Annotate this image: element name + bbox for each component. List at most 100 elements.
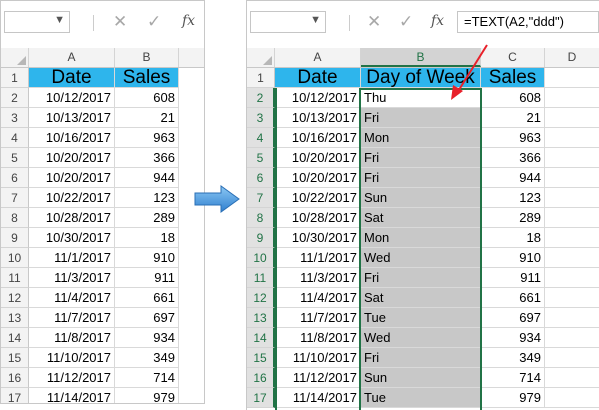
cell-date[interactable]: 11/3/2017 bbox=[29, 268, 115, 288]
row-header[interactable]: 17 bbox=[247, 388, 275, 408]
cell-empty[interactable] bbox=[545, 328, 599, 348]
row-header[interactable]: 12 bbox=[247, 288, 275, 308]
cell-day-of-week[interactable]: Tue bbox=[361, 388, 481, 408]
cell-sales[interactable]: 661 bbox=[115, 288, 179, 308]
row-header[interactable]: 5 bbox=[1, 148, 29, 168]
cell-date[interactable]: 10/20/2017 bbox=[29, 148, 115, 168]
cell-date[interactable]: 10/20/2017 bbox=[275, 168, 361, 188]
cell-empty[interactable] bbox=[545, 208, 599, 228]
cell-date[interactable]: 10/16/2017 bbox=[275, 128, 361, 148]
cell-empty[interactable] bbox=[545, 168, 599, 188]
cell-date[interactable]: 11/12/2017 bbox=[275, 368, 361, 388]
cell-sales[interactable]: 697 bbox=[115, 308, 179, 328]
row-header[interactable]: 9 bbox=[247, 228, 275, 248]
cell-date[interactable]: 10/22/2017 bbox=[275, 188, 361, 208]
cell-date[interactable]: 11/7/2017 bbox=[275, 308, 361, 328]
cell-empty[interactable] bbox=[545, 148, 599, 168]
row-header[interactable]: 7 bbox=[1, 188, 29, 208]
cell-sales[interactable]: 21 bbox=[115, 108, 179, 128]
column-header-a[interactable]: A bbox=[29, 48, 115, 67]
row-header[interactable]: 14 bbox=[1, 328, 29, 348]
cell-empty[interactable] bbox=[545, 228, 599, 248]
cell-date[interactable]: 11/14/2017 bbox=[29, 388, 115, 403]
cell-sales[interactable]: 661 bbox=[481, 288, 545, 308]
row-header[interactable]: 8 bbox=[1, 208, 29, 228]
cell-day-of-week[interactable]: Tue bbox=[361, 308, 481, 328]
left-name-box[interactable]: ▼ bbox=[4, 11, 70, 33]
row-header[interactable]: 16 bbox=[247, 368, 275, 388]
cell-day-of-week[interactable]: Mon bbox=[361, 128, 481, 148]
cell-sales[interactable]: 697 bbox=[481, 308, 545, 328]
cell-sales[interactable]: 979 bbox=[481, 388, 545, 408]
cell-sales[interactable]: 911 bbox=[115, 268, 179, 288]
cell-empty[interactable] bbox=[545, 188, 599, 208]
row-header[interactable]: 11 bbox=[1, 268, 29, 288]
cell-sales[interactable]: 123 bbox=[481, 188, 545, 208]
cell-sales[interactable]: 934 bbox=[481, 328, 545, 348]
cell-date[interactable]: 10/16/2017 bbox=[29, 128, 115, 148]
row-header[interactable]: 13 bbox=[247, 308, 275, 328]
cell-date[interactable]: 11/1/2017 bbox=[275, 248, 361, 268]
cell-date[interactable]: 11/8/2017 bbox=[29, 328, 115, 348]
row-header[interactable]: 13 bbox=[1, 308, 29, 328]
cell-empty[interactable] bbox=[545, 348, 599, 368]
cell-sales[interactable]: 366 bbox=[115, 148, 179, 168]
row-header[interactable]: 15 bbox=[1, 348, 29, 368]
cell-empty[interactable] bbox=[545, 368, 599, 388]
cell-empty[interactable] bbox=[545, 308, 599, 328]
cell-date[interactable]: 10/28/2017 bbox=[29, 208, 115, 228]
cell-date[interactable]: 10/12/2017 bbox=[29, 88, 115, 108]
row-header[interactable]: 10 bbox=[247, 248, 275, 268]
cell-sales[interactable]: 911 bbox=[481, 268, 545, 288]
cell-date[interactable]: 11/4/2017 bbox=[275, 288, 361, 308]
insert-function-icon[interactable]: fx bbox=[182, 13, 195, 29]
cell-date[interactable]: 11/7/2017 bbox=[29, 308, 115, 328]
row-header[interactable]: 17 bbox=[1, 388, 29, 403]
cell-date[interactable]: 11/8/2017 bbox=[275, 328, 361, 348]
cell-date[interactable]: 11/12/2017 bbox=[29, 368, 115, 388]
cell-sales[interactable]: 944 bbox=[481, 168, 545, 188]
cell-empty[interactable] bbox=[545, 128, 599, 148]
row-header[interactable]: 8 bbox=[247, 208, 275, 228]
cell-date[interactable]: 11/14/2017 bbox=[275, 388, 361, 408]
cell-sales[interactable]: 349 bbox=[481, 348, 545, 368]
cell-date[interactable]: 11/10/2017 bbox=[275, 348, 361, 368]
cell-sales[interactable]: 979 bbox=[115, 388, 179, 403]
cell-day-of-week[interactable]: Wed bbox=[361, 248, 481, 268]
cell-sales[interactable]: 18 bbox=[115, 228, 179, 248]
cell-date[interactable]: 11/10/2017 bbox=[29, 348, 115, 368]
cell-sales[interactable]: 366 bbox=[481, 148, 545, 168]
cell-empty[interactable] bbox=[545, 388, 599, 408]
cell-date[interactable]: 10/30/2017 bbox=[29, 228, 115, 248]
cell-day-of-week[interactable]: Fri bbox=[361, 348, 481, 368]
enter-icon[interactable]: ✓ bbox=[147, 13, 161, 31]
cell-date[interactable]: 11/1/2017 bbox=[29, 248, 115, 268]
select-all-corner[interactable] bbox=[1, 48, 29, 67]
cell-sales[interactable]: 963 bbox=[115, 128, 179, 148]
cell-sales[interactable]: 289 bbox=[481, 208, 545, 228]
cell-date[interactable]: 10/30/2017 bbox=[275, 228, 361, 248]
row-header[interactable]: 12 bbox=[1, 288, 29, 308]
row-header[interactable]: 6 bbox=[247, 168, 275, 188]
cell-sales[interactable]: 714 bbox=[481, 368, 545, 388]
cell-day-of-week[interactable]: Mon bbox=[361, 228, 481, 248]
row-header[interactable]: 16 bbox=[1, 368, 29, 388]
cell-sales[interactable]: 963 bbox=[481, 128, 545, 148]
cell-date[interactable]: 11/3/2017 bbox=[275, 268, 361, 288]
cell-sales[interactable]: 910 bbox=[115, 248, 179, 268]
cell-empty[interactable] bbox=[545, 288, 599, 308]
cell-date[interactable]: 10/28/2017 bbox=[275, 208, 361, 228]
cell-day-of-week[interactable]: Wed bbox=[361, 328, 481, 348]
cell-empty[interactable] bbox=[545, 248, 599, 268]
cell-day-of-week[interactable]: Fri bbox=[361, 268, 481, 288]
cell-date[interactable]: 10/20/2017 bbox=[275, 148, 361, 168]
cell-sales[interactable]: 944 bbox=[115, 168, 179, 188]
cell-date[interactable]: 10/13/2017 bbox=[29, 108, 115, 128]
cell-day-of-week[interactable]: Sun bbox=[361, 188, 481, 208]
row-header[interactable]: 3 bbox=[1, 108, 29, 128]
header-cell-date[interactable]: Date bbox=[29, 68, 115, 88]
row-header[interactable]: 4 bbox=[1, 128, 29, 148]
row-header[interactable]: 6 bbox=[1, 168, 29, 188]
row-header[interactable]: 5 bbox=[247, 148, 275, 168]
chevron-down-icon[interactable]: ▼ bbox=[54, 14, 65, 26]
